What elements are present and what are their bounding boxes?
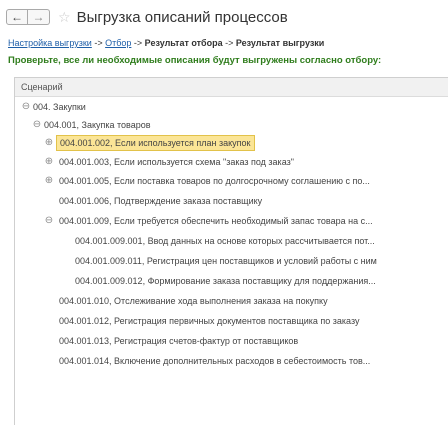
column-header-scenario[interactable]: Сценарий	[15, 78, 448, 97]
tree-row-label: 004.001.002, Если используется план заку…	[56, 135, 255, 151]
breadcrumb: Настройка выгрузки -> Отбор -> Результат…	[8, 38, 324, 48]
tree-row-label: 004.001.009.001, Ввод данных на основе к…	[75, 236, 375, 246]
tree-row-label: 004.001.013, Регистрация счетов-фактур о…	[59, 336, 299, 346]
tree-row-label: 004.001.009, Если требуется обеспечить н…	[59, 216, 373, 226]
breadcrumb-separator: ->	[131, 38, 145, 48]
tree-row[interactable]: 004.001.009.011, Регистрация цен поставщ…	[15, 252, 448, 270]
tree-row-label: 004.001.009.011, Регистрация цен поставщ…	[75, 256, 377, 266]
tree-row-selected[interactable]: ⊕ 004.001.002, Если используется план за…	[15, 134, 448, 152]
expand-icon[interactable]: ⊕	[44, 175, 54, 186]
check-notice: Проверьте, все ли необходимые описания б…	[8, 55, 382, 66]
back-arrow-icon[interactable]: ←	[6, 9, 28, 25]
breadcrumb-separator: ->	[91, 38, 106, 48]
breadcrumb-export-result: Результат выгрузки	[235, 38, 325, 48]
expand-icon[interactable]: ⊕	[44, 156, 54, 167]
tree-row[interactable]: ⊖ 004.001.009, Если требуется обеспечить…	[15, 212, 448, 230]
collapse-icon[interactable]: ⊖	[21, 101, 31, 112]
tree-row-label: 004. Закупки	[33, 102, 86, 112]
breadcrumb-separator: ->	[222, 38, 236, 48]
tree-row-label: 004.001.009.012, Формирование заказа пос…	[75, 276, 376, 286]
tree-row-label: 004.001.014, Включение дополнительных ра…	[59, 356, 371, 366]
tree-row[interactable]: 004.001.009.001, Ввод данных на основе к…	[15, 232, 448, 250]
tree-row[interactable]: ⊕ 004.001.003, Если используется схема "…	[15, 153, 448, 171]
tree-row-label: 004.001.012, Регистрация первичных докум…	[59, 316, 360, 326]
page-title: Выгрузка описаний процессов	[76, 8, 288, 26]
tree-row[interactable]: 004.001.006, Подтверждение заказа постав…	[15, 192, 448, 210]
tree-row-label: 004.001.006, Подтверждение заказа постав…	[59, 196, 263, 206]
breadcrumb-settings-link[interactable]: Настройка выгрузки	[8, 38, 92, 48]
tree-row-label: 004.001.003, Если используется схема "за…	[59, 157, 294, 167]
collapse-icon[interactable]: ⊖	[32, 119, 42, 130]
tree-row[interactable]: 004.001.010, Отслеживание хода выполнени…	[15, 292, 448, 310]
scenario-tree: Сценарий ⊖ 004. Закупки ⊖ 004.001, Закуп…	[14, 77, 448, 425]
tree-row[interactable]: 004.001.013, Регистрация счетов-фактур о…	[15, 332, 448, 350]
breadcrumb-filter-result: Результат отбора	[144, 38, 223, 48]
tree-row-label: 004.001.005, Если поставка товаров по до…	[59, 176, 370, 186]
forward-arrow-icon[interactable]: →	[28, 9, 50, 25]
tree-row[interactable]: 004.001.012, Регистрация первичных докум…	[15, 312, 448, 330]
breadcrumb-filter-link[interactable]: Отбор	[105, 38, 131, 48]
tree-row-label: 004.001, Закупка товаров	[44, 120, 151, 130]
tree-row[interactable]: ⊕ 004.001.005, Если поставка товаров по …	[15, 172, 448, 190]
title-bar: ← → ☆ Выгрузка описаний процессов	[6, 6, 288, 28]
tree-row[interactable]: 004.001.014, Включение дополнительных ра…	[15, 352, 448, 370]
tree-row-label: 004.001.010, Отслеживание хода выполнени…	[59, 296, 328, 306]
expand-icon[interactable]: ⊕	[44, 137, 54, 148]
tree-row[interactable]: ⊖ 004. Закупки	[15, 98, 448, 116]
tree-row[interactable]: 004.001.009.012, Формирование заказа пос…	[15, 272, 448, 290]
tree-row[interactable]: ⊖ 004.001, Закупка товаров	[15, 116, 448, 134]
star-icon[interactable]: ☆	[58, 9, 71, 26]
collapse-icon[interactable]: ⊖	[44, 215, 54, 226]
